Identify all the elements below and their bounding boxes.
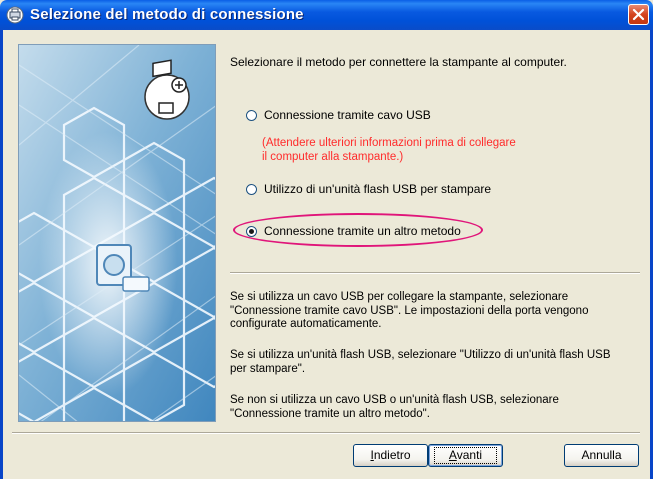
radio-option-usb-cable[interactable]: Connessione tramite cavo USB [246,108,431,122]
description-line: per stampare". [230,362,306,375]
radio-label-other-method[interactable]: Connessione tramite un altro metodo [264,224,461,238]
radio-option-other-method[interactable]: Connessione tramite un altro metodo [246,224,461,238]
window-frame-left [0,30,3,479]
close-button[interactable] [628,4,649,25]
description-line: "Connessione tramite un altro metodo". [230,407,430,420]
dialog-window: Selezione del metodo di connessione Sele… [0,0,653,479]
button-bar-separator [12,432,640,434]
close-icon [632,8,645,21]
content-separator [230,272,640,274]
description-usb-flash: Se si utilizza un'unità flash USB, selez… [230,349,650,376]
window-title: Selezione del metodo di connessione [30,6,304,23]
warning-line-1: (Attendere ulteriori informazioni prima … [262,137,516,149]
instruction-text: Selezionare il metodo per connettere la … [230,55,567,69]
back-button[interactable]: Indietro [353,444,428,467]
hexagon-pattern-image [19,45,215,421]
radio-option-usb-flash[interactable]: Utilizzo di un'unità flash USB per stamp… [246,182,491,196]
side-illustration [18,44,216,422]
printer-setup-icon [6,6,24,24]
description-line: configurate automaticamente. [230,318,382,330]
description-line: "Connessione tramite cavo USB". Le impos… [230,304,589,317]
back-button-label: ndietro [373,448,411,462]
warning-line-2: il computer alla stampante.) [262,151,404,163]
title-bar[interactable]: Selezione del metodo di connessione [0,0,653,30]
next-button-accel: A [448,448,457,462]
description-line: Se si utilizza un'unità flash USB, selez… [230,349,611,361]
cancel-button[interactable]: Annulla [564,444,639,467]
radio-button-other-method[interactable] [246,225,257,237]
description-other-method: Se non si utilizza un cavo USB o un'unit… [230,394,650,421]
radio-label-usb-flash[interactable]: Utilizzo di un'unità flash USB per stamp… [264,182,491,196]
radio-button-usb-cable[interactable] [246,109,257,121]
radio-label-usb-cable[interactable]: Connessione tramite cavo USB [264,108,431,122]
next-button[interactable]: Avanti [428,444,503,467]
description-line: Se non si utilizza un cavo USB o un'unit… [230,394,559,406]
next-button-focus: Avanti [433,447,498,464]
description-line: Se si utilizza un cavo USB per collegare… [230,291,569,303]
next-button-label: vanti [456,448,483,462]
warning-note: (Attendere ulteriori informazioni prima … [262,136,516,164]
description-usb-cable: Se si utilizza un cavo USB per collegare… [230,291,650,332]
radio-button-usb-flash[interactable] [246,183,257,195]
